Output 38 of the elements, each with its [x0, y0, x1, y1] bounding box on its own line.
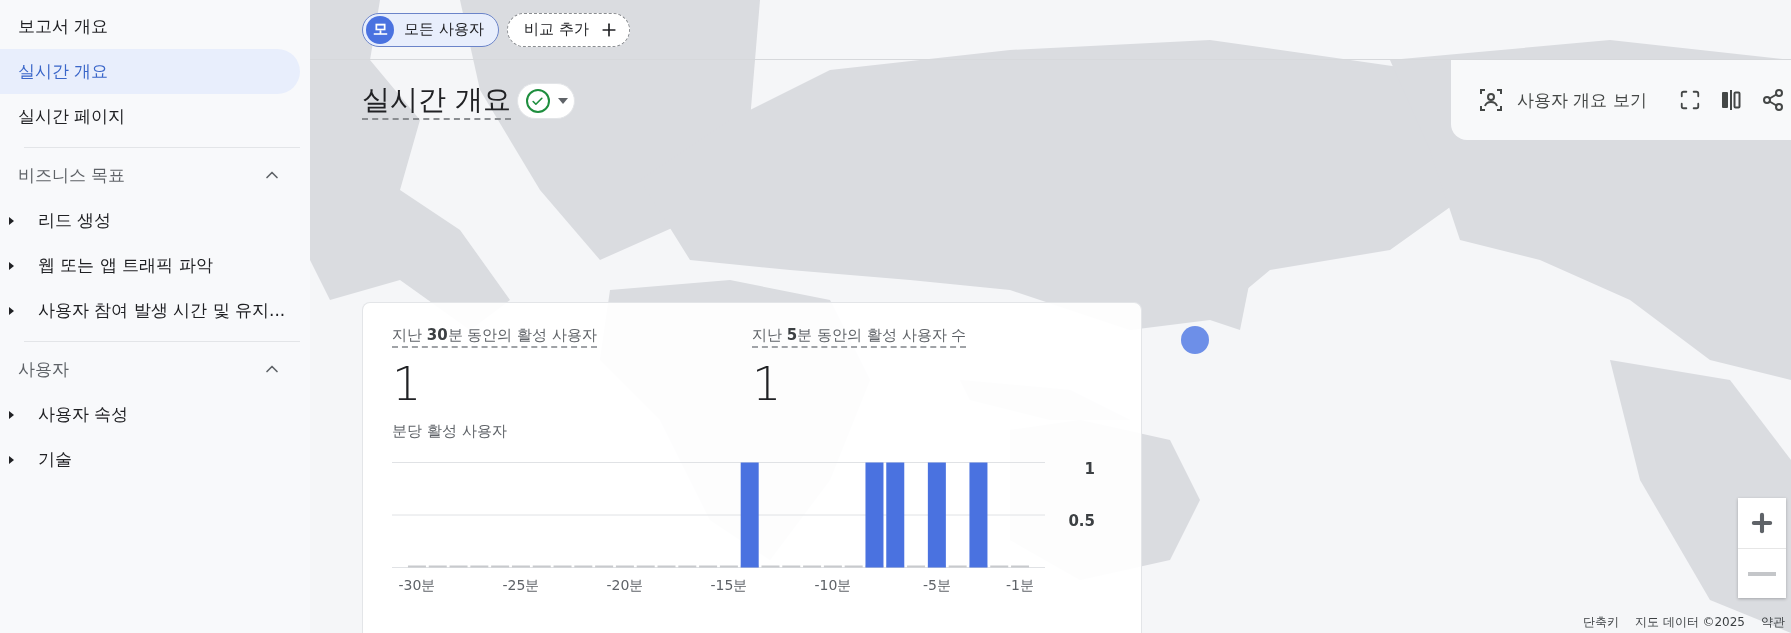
axis-label: -5분 [922, 576, 951, 593]
axis-label: -1분 [1006, 576, 1035, 593]
segment-chip[interactable]: 모 모든 사용자 [362, 12, 499, 47]
axis-label: -25분 [502, 576, 540, 593]
chart-title: 분당 활성 사용자 [392, 421, 508, 441]
section-header[interactable]: 비즈니스 목표 [0, 152, 310, 198]
check-icon [525, 89, 550, 114]
user-frame-icon [1479, 88, 1503, 112]
share-button[interactable] [1760, 88, 1785, 112]
fullscreen-button[interactable] [1678, 89, 1701, 111]
nav-item[interactable]: 리드 생성 [0, 198, 310, 243]
axis-label: 1 [1084, 459, 1095, 478]
axis-label: -20분 [606, 576, 644, 593]
nav-item[interactable]: 실시간 개요 [0, 49, 300, 94]
nav-item[interactable]: 보고서 개요 [0, 4, 300, 49]
nav-item[interactable]: 사용자 속성 [0, 392, 310, 437]
map-attribution-link[interactable]: 지도 데이터 ©2025 [1634, 614, 1745, 631]
caret-icon [557, 98, 568, 105]
view-user-overview-button[interactable]: 사용자 개요 보기 [1479, 88, 1647, 112]
metric-label: 지난 30분 동안의 활성 사용자 [392, 326, 597, 348]
nav-item[interactable]: 실시간 페이지 [0, 94, 300, 139]
axis-label: -10분 [814, 576, 852, 593]
axis-label: -30분 [398, 576, 436, 593]
map-attribution-link[interactable]: 단축키 [1582, 614, 1619, 631]
axis-label: 0.5 [1068, 511, 1095, 530]
metric-value: 1 [392, 359, 423, 410]
metric-value: 1 [752, 359, 783, 410]
nav-item[interactable]: 웹 또는 앱 트래픽 파악 [0, 243, 310, 288]
avatar: 모 [366, 15, 394, 44]
nav-item[interactable]: 사용자 참여 발생 시간 및 유지... [0, 288, 310, 333]
map-attribution-link[interactable]: 약관 [1761, 614, 1785, 631]
zoom-in-button[interactable] [1738, 498, 1786, 548]
page-title: 실시간 개요 [362, 82, 511, 121]
nav-item[interactable]: 기술 [0, 437, 310, 482]
minus-icon [1748, 570, 1776, 577]
metric-label: 지난 5분 동안의 활성 사용자 수 [752, 326, 967, 348]
axis-label: -15분 [710, 576, 748, 593]
section-header[interactable]: 사용자 [0, 346, 310, 392]
